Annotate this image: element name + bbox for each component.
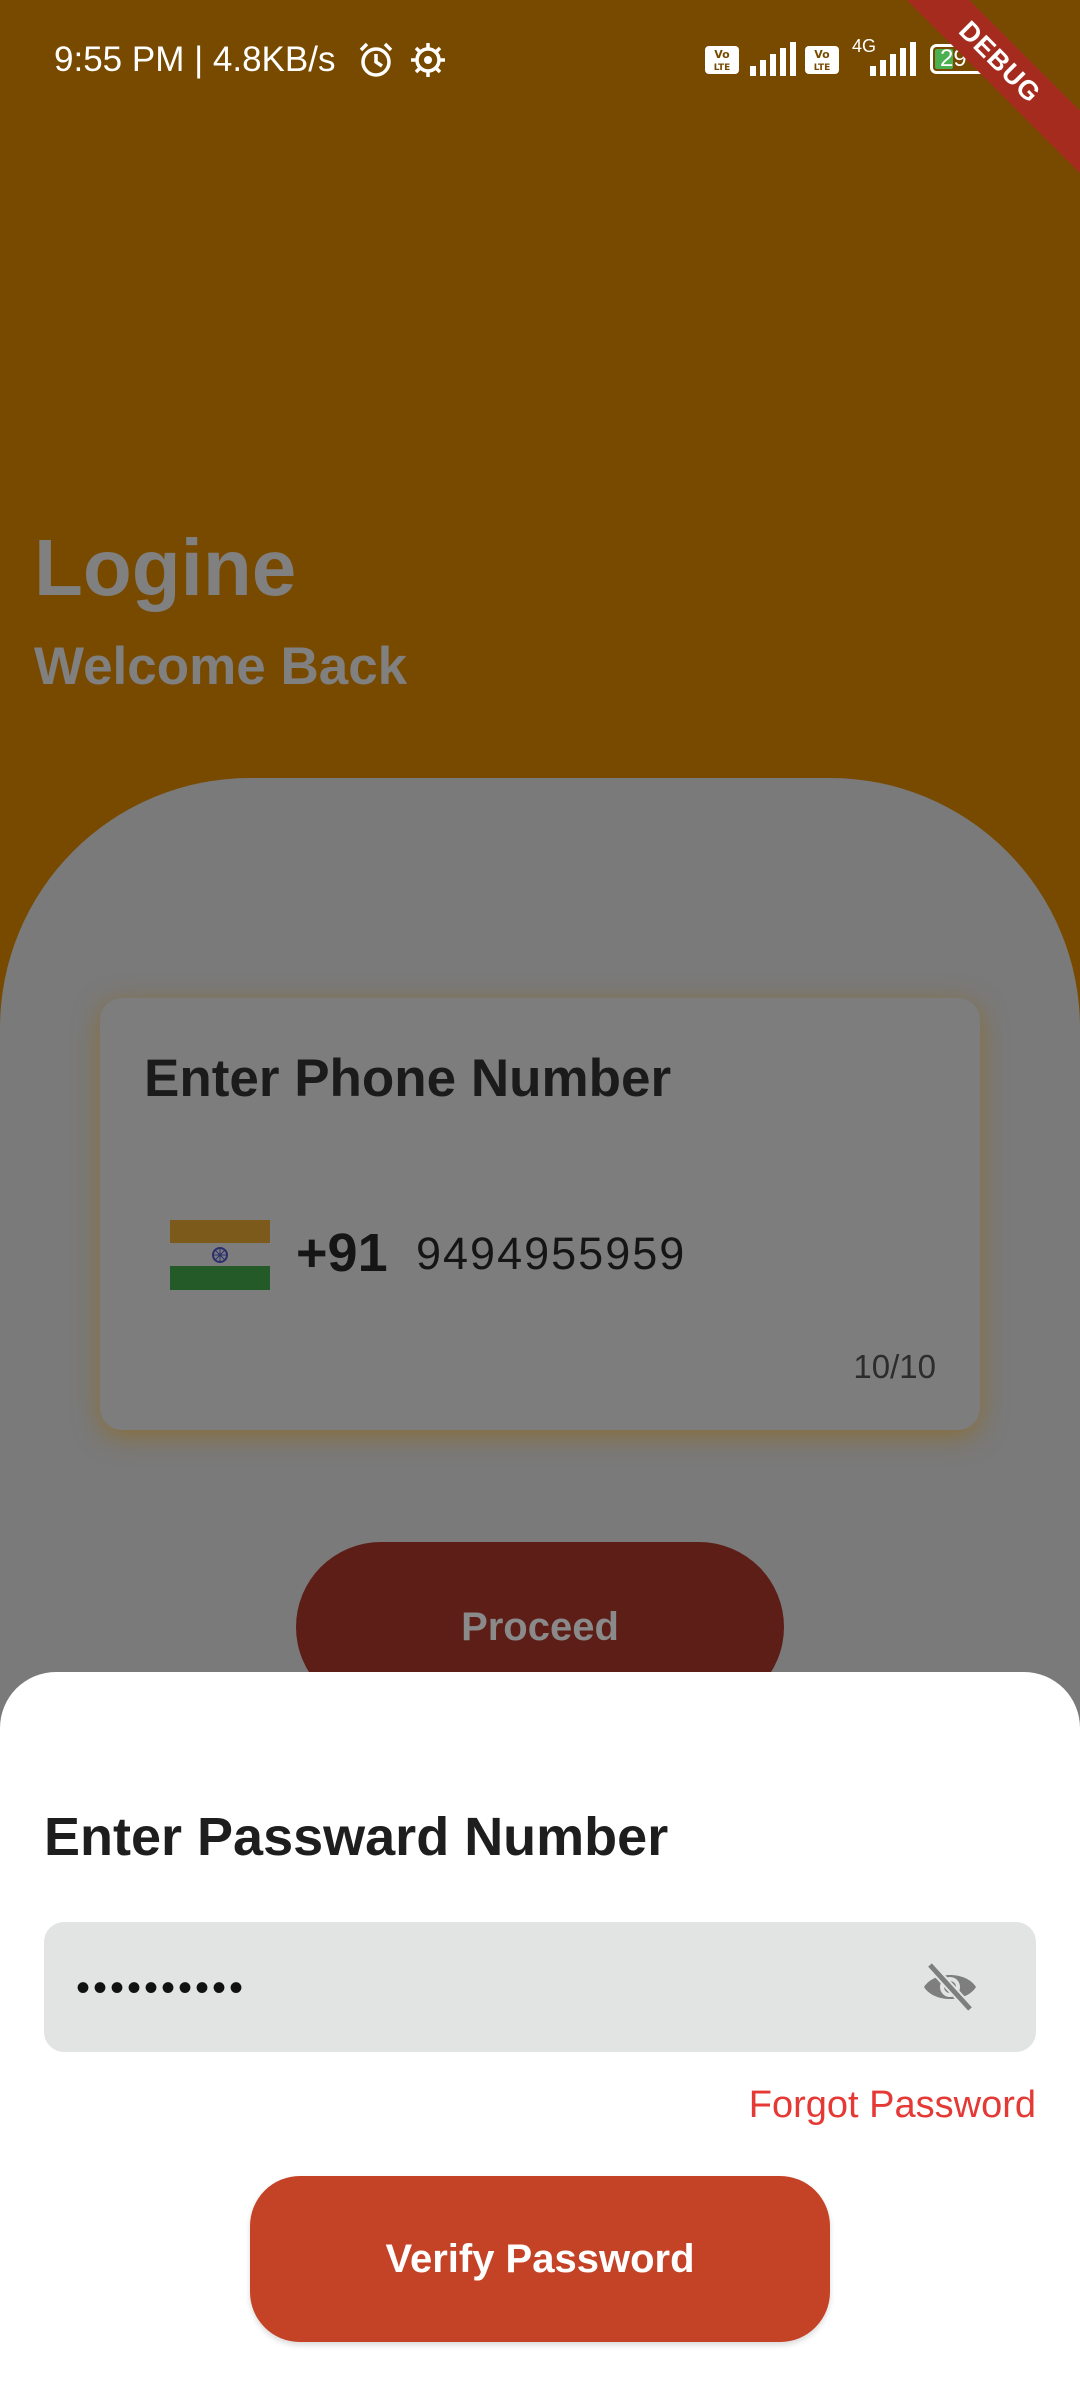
password-field[interactable] bbox=[44, 1922, 1036, 2054]
verify-password-button[interactable]: Verify Password bbox=[250, 2176, 830, 2342]
svg-text:LTE: LTE bbox=[814, 63, 831, 73]
phone-number-input[interactable]: 9494955959 bbox=[416, 1228, 686, 1280]
phone-number-card: Enter Phone Number +91 9494955959 10/10 bbox=[100, 998, 980, 1430]
forgot-password-link[interactable]: Forgot Password bbox=[749, 2084, 1036, 2127]
signal-icon-2 bbox=[870, 42, 916, 85]
svg-text:Vo: Vo bbox=[814, 48, 830, 61]
password-bottom-sheet: Enter Passward Number Forgot Password Ve… bbox=[0, 1672, 1080, 2400]
eye-off-icon[interactable] bbox=[920, 1959, 980, 2015]
country-code[interactable]: +91 bbox=[296, 1222, 388, 1284]
password-input[interactable] bbox=[74, 1922, 898, 2054]
india-flag-icon[interactable] bbox=[170, 1220, 270, 1290]
status-bar: 9:55 PM | 4.8KB/s Vo LTE Vo LTE 4G 29 DE… bbox=[0, 0, 1080, 191]
volte-icon: Vo LTE bbox=[704, 44, 740, 84]
signal-icon bbox=[750, 42, 796, 85]
status-time: 9:55 PM | 4.8KB/s bbox=[54, 40, 336, 79]
character-counter: 10/10 bbox=[853, 1348, 936, 1385]
phone-card-title: Enter Phone Number bbox=[144, 1049, 672, 1108]
svg-text:Vo: Vo bbox=[714, 48, 730, 61]
debug-banner: DEBUG bbox=[871, 0, 1080, 191]
settings-icon bbox=[408, 40, 448, 89]
alarm-icon bbox=[356, 40, 396, 89]
page-title: Logine bbox=[34, 523, 297, 612]
volte-icon-2: Vo LTE bbox=[804, 44, 840, 84]
login-screen: 9:55 PM | 4.8KB/s Vo LTE Vo LTE 4G 29 DE… bbox=[0, 0, 1080, 2400]
svg-text:LTE: LTE bbox=[714, 63, 731, 73]
password-sheet-title: Enter Passward Number bbox=[44, 1807, 669, 1867]
page-subtitle: Welcome Back bbox=[34, 637, 408, 696]
